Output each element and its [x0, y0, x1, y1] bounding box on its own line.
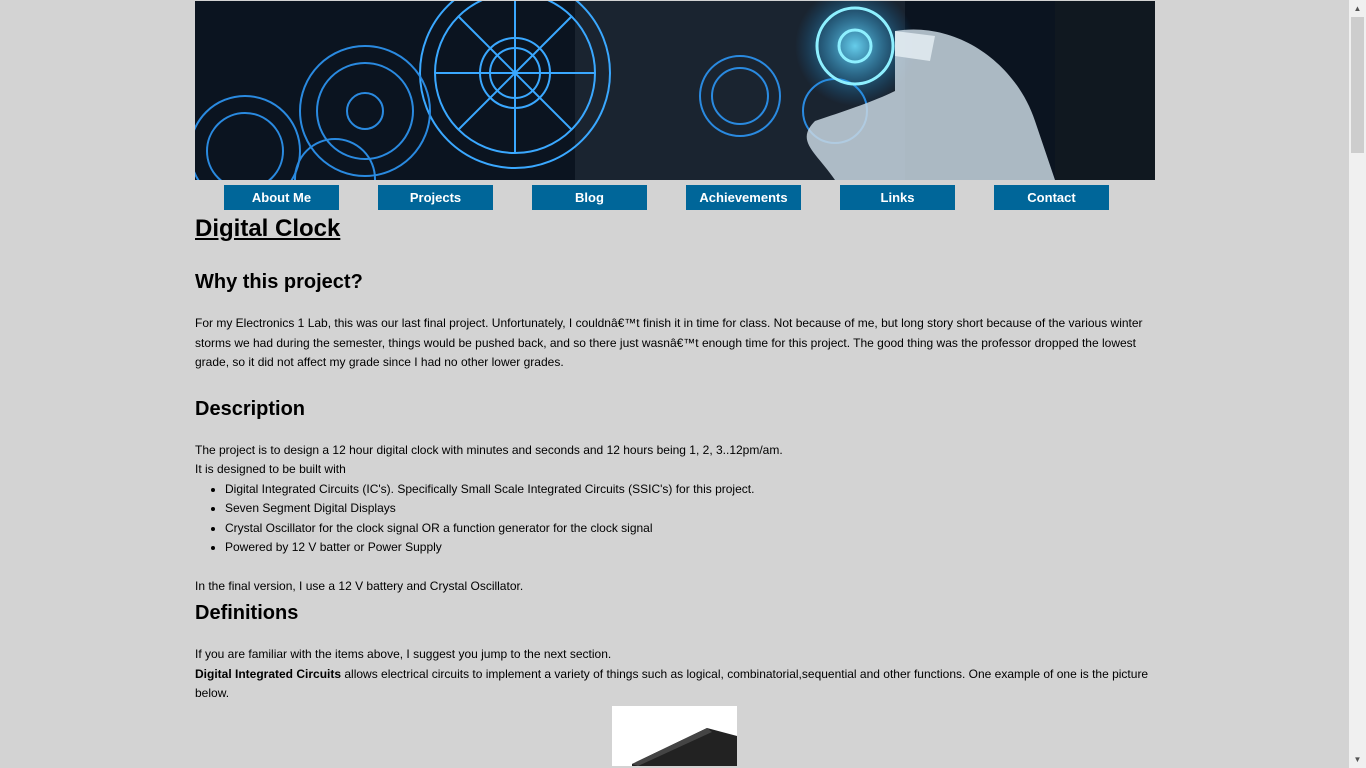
list-item: Seven Segment Digital Displays — [225, 499, 1155, 519]
list-item: Powered by 12 V batter or Power Supply — [225, 538, 1155, 558]
list-item: Crystal Oscillator for the clock signal … — [225, 519, 1155, 539]
nav-about-me-button[interactable]: About Me — [224, 185, 339, 210]
main-navigation: About Me Projects Blog Achievements Link… — [195, 180, 1155, 214]
nav-achievements-button[interactable]: Achievements — [686, 185, 801, 210]
description-final: In the final version, I use a 12 V batte… — [195, 578, 524, 593]
scrollbar-thumb[interactable] — [1351, 17, 1364, 153]
description-line-1: The project is to design a 12 hour digit… — [195, 442, 783, 457]
main-content: Digital Clock Why this project? For my E… — [195, 214, 1155, 766]
nav-projects-button[interactable]: Projects — [378, 185, 493, 210]
definitions-paragraph: Digital Integrated Circuits allows elect… — [195, 665, 1155, 704]
nav-links-button[interactable]: Links — [840, 185, 955, 210]
page-container: About Me Projects Blog Achievements Link… — [195, 1, 1155, 766]
page-viewport: About Me Projects Blog Achievements Link… — [0, 0, 1349, 768]
list-item: Digital Integrated Circuits (IC's). Spec… — [225, 480, 1155, 500]
definitions-term: Digital Integrated Circuits — [195, 666, 342, 681]
definitions-line-1: If you are familiar with the items above… — [195, 647, 612, 661]
definitions-heading: Definitions — [195, 602, 299, 624]
scroll-down-arrow-icon[interactable]: ▼ — [1349, 751, 1366, 768]
vertical-scrollbar[interactable]: ▲ ▼ — [1349, 0, 1366, 768]
ic-chip-image — [612, 705, 737, 766]
header-banner-image — [195, 1, 1155, 180]
description-heading: Description — [195, 397, 306, 420]
scroll-up-arrow-icon[interactable]: ▲ — [1349, 0, 1366, 17]
nav-contact-button[interactable]: Contact — [994, 185, 1109, 210]
nav-blog-button[interactable]: Blog — [532, 185, 647, 210]
description-list: Digital Integrated Circuits (IC's). Spec… — [195, 480, 1155, 558]
description-line-2: It is designed to be built with — [195, 462, 346, 476]
why-project-heading: Why this project? — [195, 271, 363, 293]
why-project-text: For my Electronics 1 Lab, this was our l… — [195, 316, 1143, 369]
ic-chip-graphic — [632, 727, 737, 766]
gears-illustration — [195, 1, 1155, 180]
page-title: Digital Clock — [195, 215, 341, 242]
